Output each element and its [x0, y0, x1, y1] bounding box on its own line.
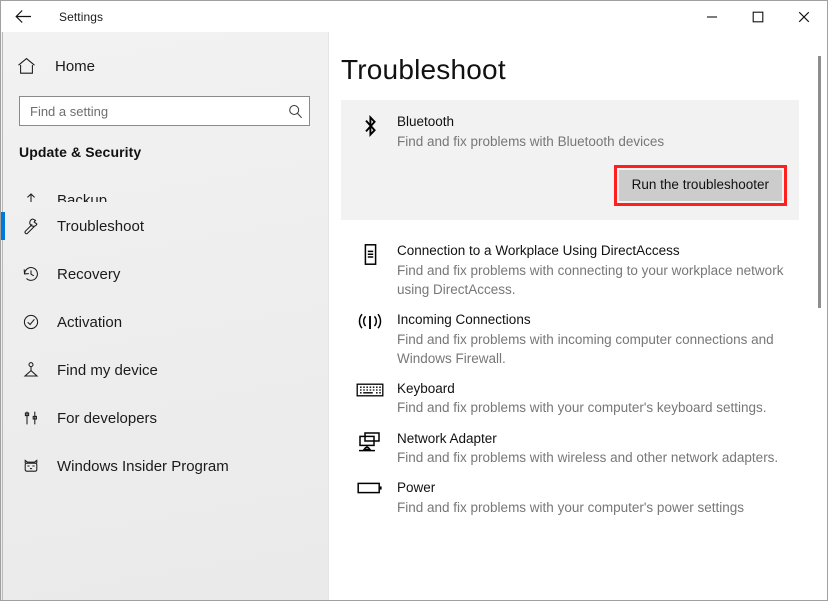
- troubleshooter-list: Connection to a Workplace Using DirectAc…: [341, 220, 827, 517]
- close-button[interactable]: [781, 1, 827, 32]
- list-item-text: Keyboard Find and fix problems with your…: [387, 379, 827, 418]
- backup-icon: [19, 191, 43, 202]
- sidebar-item-label: Recovery: [57, 265, 121, 283]
- search-box[interactable]: [19, 96, 310, 126]
- home-icon: [17, 57, 43, 75]
- sidebar-group-title: Update & Security: [19, 144, 142, 160]
- ninja-cat-icon: [19, 457, 43, 475]
- list-item-text: Network Adapter Find and fix problems wi…: [387, 429, 827, 468]
- list-item[interactable]: Connection to a Workplace Using DirectAc…: [341, 230, 827, 299]
- sidebar-item-backup[interactable]: Backup: [1, 164, 328, 202]
- main-content: Troubleshoot Bluetooth Find and fix prob…: [329, 32, 827, 600]
- sidebar-item-troubleshoot[interactable]: Troubleshoot: [1, 202, 328, 250]
- troubleshooter-name: Power: [397, 480, 436, 496]
- bluetooth-icon: [353, 112, 387, 151]
- sidebar-item-label: Find my device: [57, 361, 158, 379]
- featured-button-row: Run the troubleshooter: [341, 151, 799, 207]
- main-scrollbar[interactable]: [815, 32, 824, 600]
- featured-description: Find and fix problems with Bluetooth dev…: [397, 133, 665, 149]
- troubleshooter-name: Network Adapter: [397, 430, 497, 446]
- keyboard-icon: [353, 379, 387, 418]
- settings-window: Settings Home Find a setting Update & Se…: [0, 0, 828, 601]
- troubleshooter-name: Keyboard: [397, 380, 455, 396]
- troubleshooter-description: Find and fix problems with wireless and …: [397, 450, 779, 466]
- window-body: Home Update & Security: [1, 32, 827, 600]
- list-item-text: Power Find and fix problems with your co…: [387, 478, 827, 517]
- window-title: Settings: [59, 9, 104, 24]
- sidebar-item-activation[interactable]: Activation: [1, 298, 328, 346]
- run-the-troubleshooter-button[interactable]: Run the troubleshooter: [618, 169, 782, 202]
- minimize-button[interactable]: [689, 1, 735, 32]
- list-item[interactable]: Power Find and fix problems with your co…: [341, 467, 827, 517]
- troubleshooter-name: Incoming Connections: [397, 311, 531, 327]
- server-tower-icon: [353, 241, 387, 299]
- troubleshooter-description: Find and fix problems with your computer…: [397, 400, 767, 416]
- troubleshooter-description: Find and fix problems with connecting to…: [397, 262, 784, 297]
- sidebar-item-home[interactable]: Home: [1, 46, 328, 86]
- sidebar-home-label: Home: [55, 57, 96, 75]
- list-item[interactable]: Keyboard Find and fix problems with your…: [341, 368, 827, 418]
- page-title: Troubleshoot: [341, 54, 506, 85]
- network-adapter-icon: [353, 429, 387, 468]
- battery-icon: [353, 478, 387, 517]
- featured-troubleshooter[interactable]: Bluetooth Find and fix problems with Blu…: [341, 100, 799, 221]
- main-scrollbar-thumb[interactable]: [818, 56, 821, 308]
- sidebar-item-label: Windows Insider Program: [57, 457, 229, 475]
- developer-tools-icon: [19, 409, 43, 427]
- red-highlight-annotation: Run the troubleshooter: [613, 164, 787, 207]
- locate-device-icon: [19, 361, 43, 379]
- back-arrow-icon[interactable]: [1, 1, 45, 32]
- list-item-text: Incoming Connections Find and fix proble…: [387, 310, 827, 368]
- sidebar-item-for-developers[interactable]: For developers: [1, 394, 328, 442]
- sidebar-item-find-my-device[interactable]: Find my device: [1, 346, 328, 394]
- troubleshooter-name: Connection to a Workplace Using DirectAc…: [397, 243, 680, 259]
- sidebar: Home Update & Security: [1, 32, 329, 600]
- search-icon[interactable]: [281, 104, 309, 119]
- list-item-text: Connection to a Workplace Using DirectAc…: [387, 241, 827, 299]
- list-item[interactable]: Network Adapter Find and fix problems wi…: [341, 418, 827, 468]
- sidebar-item-recovery[interactable]: Recovery: [1, 250, 328, 298]
- title-bar: Settings: [1, 1, 827, 32]
- troubleshooter-description: Find and fix problems with incoming comp…: [397, 331, 774, 366]
- history-clock-icon: [19, 265, 43, 283]
- sidebar-item-windows-insider-program[interactable]: Windows Insider Program: [1, 442, 328, 490]
- sidebar-item-label: Troubleshoot: [57, 217, 144, 235]
- broadcast-antenna-icon: [353, 310, 387, 368]
- check-circle-icon: [19, 313, 43, 331]
- wrench-icon: [19, 217, 43, 235]
- selection-accent-bar: [1, 212, 5, 240]
- main-inner: Troubleshoot Bluetooth Find and fix prob…: [329, 32, 827, 517]
- search-input[interactable]: [20, 97, 281, 125]
- maximize-button[interactable]: [735, 1, 781, 32]
- sidebar-item-label: Activation: [57, 313, 123, 331]
- featured-name: Bluetooth: [397, 114, 455, 130]
- sidebar-nav: Backup Troubleshoot Recovery Activation …: [1, 164, 328, 490]
- featured-text: Bluetooth Find and fix problems with Blu…: [387, 112, 799, 151]
- sidebar-item-label: Backup: [57, 192, 108, 202]
- sidebar-item-label: For developers: [57, 409, 158, 427]
- featured-row: Bluetooth Find and fix problems with Blu…: [341, 112, 799, 151]
- troubleshooter-description: Find and fix problems with your computer…: [397, 499, 744, 515]
- list-item[interactable]: Incoming Connections Find and fix proble…: [341, 299, 827, 368]
